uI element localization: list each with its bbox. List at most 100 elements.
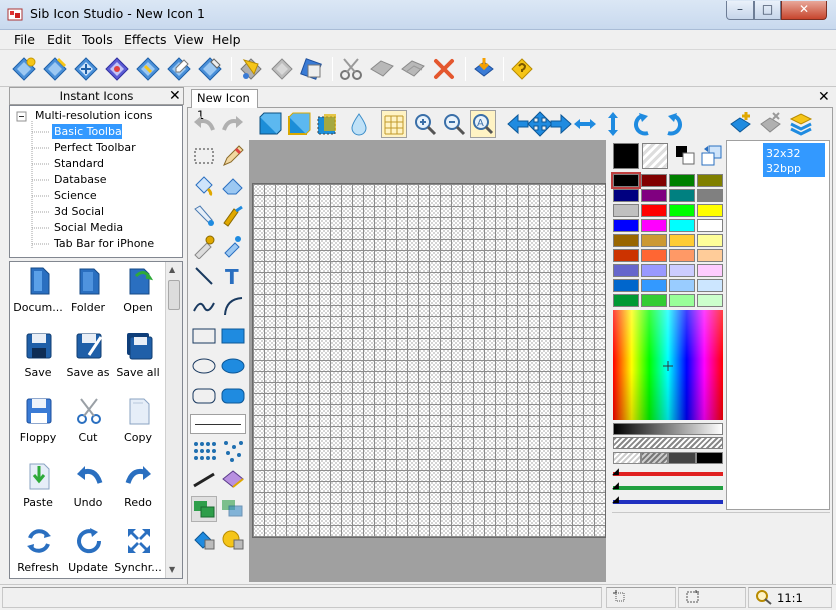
picker-icon[interactable] xyxy=(191,233,217,260)
tree-item-tab-bar-iphone[interactable]: Tab Bar for iPhone xyxy=(54,237,154,250)
help-icon[interactable] xyxy=(509,56,535,82)
green-slider-thumb-icon[interactable]: ◢ xyxy=(612,482,619,491)
tile-folder[interactable]: Folder xyxy=(62,264,114,328)
rounded-rect-filled-icon[interactable] xyxy=(220,383,246,409)
tile-save-all[interactable]: Save all xyxy=(112,329,164,393)
pencil-icon[interactable] xyxy=(220,143,246,169)
undo-icon[interactable] xyxy=(191,110,217,138)
save-icon[interactable] xyxy=(104,56,130,82)
tile-floppy[interactable]: Floppy xyxy=(12,394,64,458)
zoom-out-icon[interactable] xyxy=(441,110,467,138)
tile-save[interactable]: Save xyxy=(12,329,64,393)
rotate-right-icon[interactable] xyxy=(660,110,686,138)
tree-item-perfect-toolbar[interactable]: Perfect Toolbar xyxy=(54,141,136,154)
zoom-in-icon[interactable] xyxy=(412,110,438,138)
menu-edit[interactable]: Edit xyxy=(47,32,71,47)
fill-bucket-icon[interactable] xyxy=(191,173,217,199)
color-replace-icon[interactable] xyxy=(220,203,246,229)
brightness-slider[interactable] xyxy=(613,423,723,435)
tree-item-database[interactable]: Database xyxy=(54,173,107,186)
color-swatch[interactable] xyxy=(697,204,723,217)
color-swatch[interactable] xyxy=(641,264,667,277)
curve-icon[interactable] xyxy=(191,293,217,319)
tile-open[interactable]: Open xyxy=(112,264,164,328)
move-right-icon[interactable] xyxy=(548,110,574,138)
text-icon[interactable]: T xyxy=(220,263,246,289)
secondary-color-swatch[interactable] xyxy=(642,143,668,169)
opacity-preset[interactable] xyxy=(668,452,696,464)
color-swatch[interactable] xyxy=(697,219,723,232)
line-icon[interactable] xyxy=(191,263,217,289)
color-swatch[interactable] xyxy=(641,294,667,307)
tile-cut[interactable]: Cut xyxy=(62,394,114,458)
blue-slider-thumb-icon[interactable]: ◢ xyxy=(612,496,619,505)
instant-icons-close-icon[interactable]: ✕ xyxy=(169,89,181,103)
color-swatch[interactable] xyxy=(697,234,723,247)
lock-color-icon[interactable] xyxy=(220,526,246,552)
grid-toggle-icon[interactable] xyxy=(381,110,407,138)
tree-item-basic-toolbar[interactable]: Basic Toolbar xyxy=(54,125,126,138)
color-spectrum-picker[interactable] xyxy=(613,310,723,420)
color-swatch[interactable] xyxy=(669,249,695,262)
add-format-icon[interactable] xyxy=(728,110,754,138)
lock-shape-icon[interactable] xyxy=(191,526,217,552)
flip-vertical-icon[interactable] xyxy=(600,110,626,138)
frame-icon[interactable] xyxy=(256,110,282,138)
color-swatch[interactable] xyxy=(669,279,695,292)
color-swatch[interactable] xyxy=(613,249,639,262)
color-swatch[interactable] xyxy=(697,264,723,277)
color-swatch[interactable] xyxy=(669,204,695,217)
tree-item-social-media[interactable]: Social Media xyxy=(54,221,123,234)
color-swatch[interactable] xyxy=(669,264,695,277)
color-swatch[interactable] xyxy=(613,279,639,292)
document-tab[interactable]: New Icon 1 xyxy=(191,89,258,122)
color-swatch[interactable] xyxy=(613,219,639,232)
color-swatch[interactable] xyxy=(669,174,695,187)
scatter-pattern-icon[interactable] xyxy=(220,438,246,464)
tile-update[interactable]: Update xyxy=(62,524,114,588)
dots-pattern-icon[interactable] xyxy=(191,438,217,464)
document-close-icon[interactable]: ✕ xyxy=(818,90,830,104)
tool-icon[interactable] xyxy=(299,56,325,82)
paste-icon[interactable] xyxy=(400,56,426,82)
color-swatch[interactable] xyxy=(611,172,641,189)
tile-redo[interactable]: Redo xyxy=(112,459,164,523)
layer-icon[interactable] xyxy=(220,466,246,492)
eraser-icon[interactable] xyxy=(220,173,246,199)
copy-icon[interactable] xyxy=(369,56,395,82)
menu-view[interactable]: View xyxy=(174,32,204,47)
menu-tools[interactable]: Tools xyxy=(82,32,113,47)
tree-root[interactable]: Multi-resolution icons xyxy=(35,109,153,122)
scrollbar-thumb[interactable] xyxy=(168,280,180,310)
new-icon[interactable] xyxy=(11,56,37,82)
tile-save-as[interactable]: Save as xyxy=(62,329,114,393)
scroll-down-icon[interactable]: ▼ xyxy=(169,565,175,574)
menu-effects[interactable]: Effects xyxy=(124,32,167,47)
effects-icon[interactable] xyxy=(238,56,264,82)
transparency-icon[interactable] xyxy=(346,110,372,138)
export-icon[interactable] xyxy=(197,56,223,82)
color-swatch[interactable] xyxy=(613,264,639,277)
frame-dashed-icon[interactable] xyxy=(314,110,340,138)
open-icon[interactable] xyxy=(73,56,99,82)
rotate-left-icon[interactable] xyxy=(630,110,656,138)
new-image-icon[interactable] xyxy=(42,56,68,82)
import-icon[interactable] xyxy=(471,56,497,82)
flip-horizontal-icon[interactable] xyxy=(572,110,598,138)
arc-icon[interactable] xyxy=(220,293,246,319)
menu-file[interactable]: File xyxy=(14,32,35,47)
color-swatch[interactable] xyxy=(697,279,723,292)
line-width-selector[interactable] xyxy=(190,414,246,434)
tile-synchronize[interactable]: Synchr... xyxy=(112,524,164,588)
close-button[interactable]: ✕ xyxy=(781,1,827,20)
frame-selected-icon[interactable] xyxy=(285,110,311,138)
swap-colors-icon[interactable] xyxy=(674,144,698,168)
brush-icon[interactable] xyxy=(191,203,217,229)
opacity-preset[interactable] xyxy=(640,452,668,464)
redo-icon[interactable] xyxy=(220,110,246,138)
rounded-rect-outline-icon[interactable] xyxy=(191,383,217,409)
tree-item-science[interactable]: Science xyxy=(54,189,97,202)
tree-item-3d-social[interactable]: 3d Social xyxy=(54,205,104,218)
tile-paste[interactable]: Paste xyxy=(12,459,64,523)
reset-colors-icon[interactable] xyxy=(700,144,724,168)
